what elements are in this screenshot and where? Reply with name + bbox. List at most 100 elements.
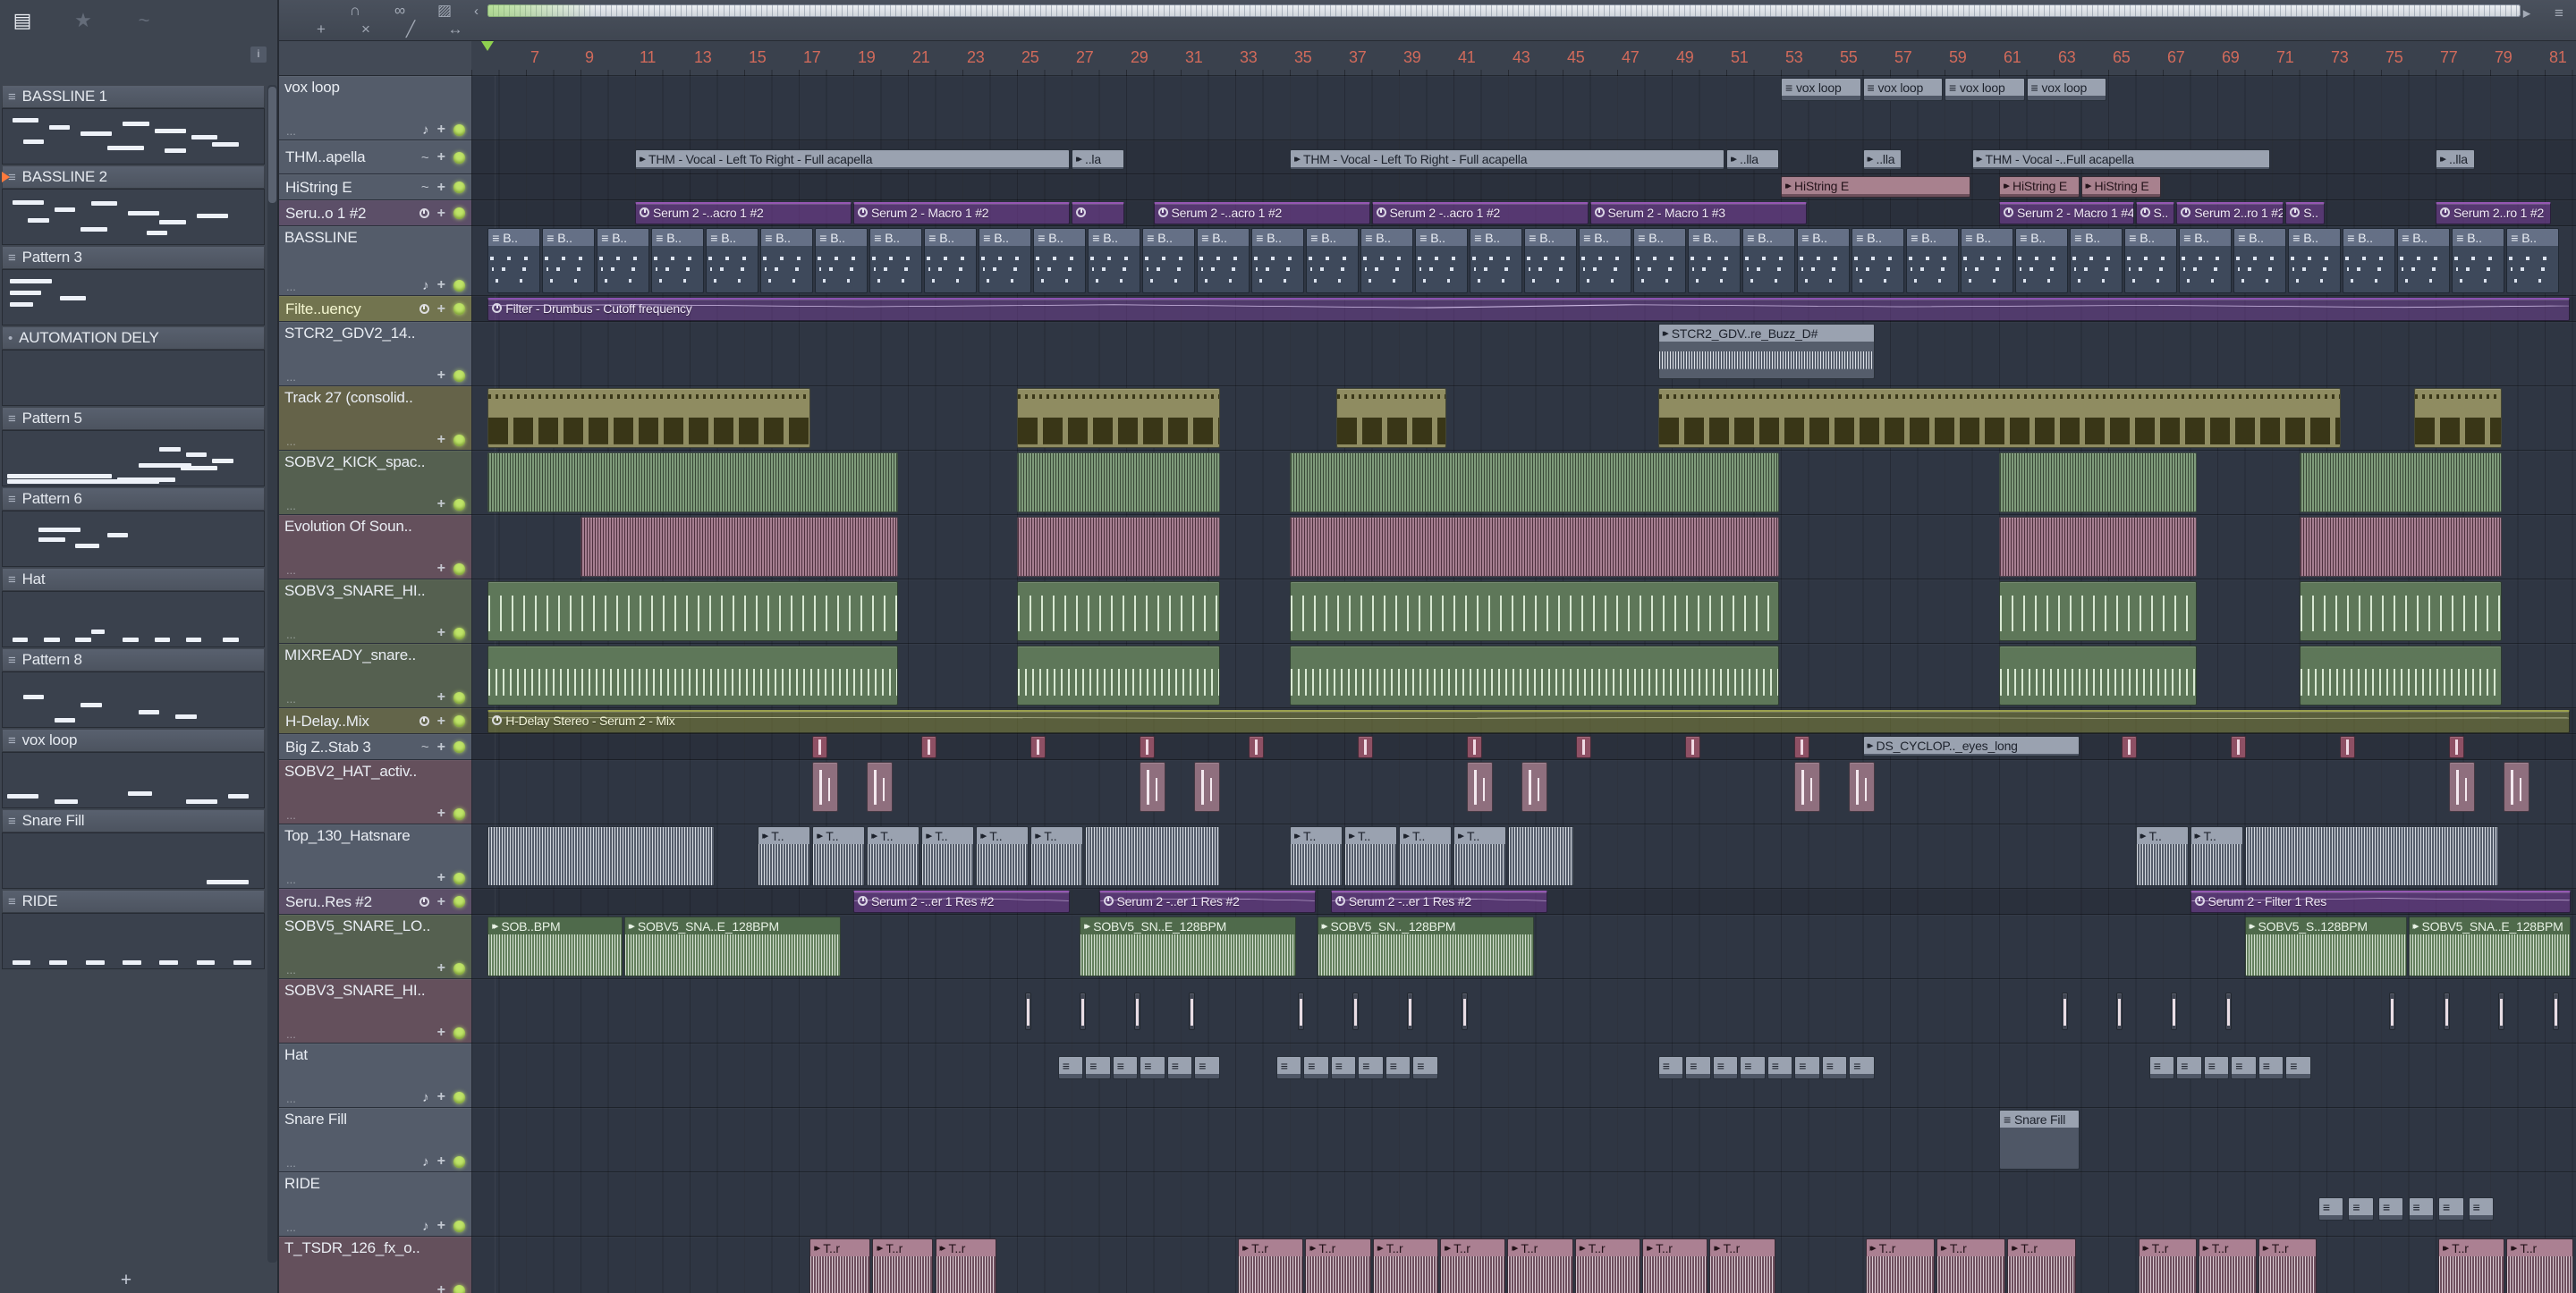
move-track-icon[interactable]: + — [437, 432, 445, 448]
star-icon[interactable]: ★ — [70, 9, 97, 32]
grid-row[interactable]: ≡ ≡ ≡ ≡ ≡ ≡ ≡ ≡ ≡ ≡ ≡ ≡ ≡ ≡ ≡ ≡ ≡ ≡ ≡ ≡ ≡ ≡ ≡ ≡ ≡ ≡ — [471, 1044, 2576, 1108]
clip[interactable] — [1017, 646, 1220, 706]
clip[interactable]: ≡ B.. — [1306, 228, 1360, 293]
track-header[interactable]: THM..apella ~ + — [279, 140, 471, 174]
clip[interactable] — [921, 736, 936, 758]
clip[interactable]: ▸▸ T.. — [2190, 826, 2243, 886]
clip[interactable]: ≡ — [2148, 1056, 2175, 1079]
clip[interactable]: ≡ B.. — [1088, 228, 1141, 293]
clip[interactable] — [2231, 736, 2246, 758]
clip[interactable]: ≡ vox loop — [1781, 78, 1861, 101]
clip[interactable]: ≡ B.. — [1360, 228, 1414, 293]
grid-row[interactable]: ▸▸ THM - Vocal - Left To Right - Full aca… — [471, 140, 2576, 174]
clip[interactable]: ▸▸ T..r — [2007, 1238, 2077, 1293]
info-button[interactable]: i — [250, 46, 267, 63]
clip[interactable]: ▸▸ T.. — [1344, 826, 1397, 886]
track-header[interactable]: Snare Fill... ♪ + — [279, 1108, 471, 1172]
clip[interactable] — [2062, 993, 2069, 1030]
add-pattern-button[interactable]: + — [113, 1270, 140, 1291]
clip[interactable]: ▸▸ T..r — [1372, 1238, 1439, 1293]
clip[interactable]: ≡ — [1140, 1056, 1165, 1079]
track-enable-led[interactable] — [453, 434, 465, 446]
clip[interactable]: Serum 2 - Filter 1 Res — [2190, 891, 2571, 913]
clip[interactable] — [487, 388, 811, 448]
clip[interactable]: S.. — [2285, 202, 2325, 224]
clip[interactable]: ▸▸ THM - Vocal -..Full acapella — [1971, 149, 2270, 170]
move-track-icon[interactable]: + — [437, 960, 445, 976]
clip[interactable]: Serum 2..ro 1 #2 — [2176, 202, 2284, 224]
clip[interactable]: ▸▸ T..r — [1574, 1238, 1641, 1293]
track-header[interactable]: BASSLINE... ♪ + — [279, 226, 471, 296]
clip[interactable] — [1521, 762, 1547, 812]
clip[interactable] — [1290, 452, 1779, 512]
clip[interactable] — [1017, 517, 1220, 577]
clip[interactable]: ▸▸ SOBV5_SNA..E_128BPM — [2408, 917, 2571, 976]
clip[interactable]: ≡ B.. — [1142, 228, 1196, 293]
clip[interactable]: Serum 2 -..er 1 Res #2 — [1330, 891, 1547, 913]
clip[interactable]: ▸▸ T..r — [2438, 1238, 2505, 1293]
clip[interactable] — [1134, 993, 1141, 1030]
clip[interactable]: Serum 2 - Macro 1 #3 — [1589, 202, 1807, 224]
clip[interactable] — [1249, 736, 1264, 758]
track-enable-led[interactable] — [453, 207, 465, 219]
clip[interactable]: ▸▸ T..r — [2138, 1238, 2197, 1293]
move-track-icon[interactable]: + — [437, 301, 445, 317]
clip[interactable] — [487, 646, 898, 706]
grid-row[interactable]: ▸▸ T.. ▸▸ T.. ▸▸ T.. ▸▸ T.. ▸▸ T.. ▸▸ T.. ▸▸ T.. ▸▸ T..… — [471, 824, 2576, 889]
move-track-icon[interactable]: + — [437, 1154, 445, 1170]
track-header[interactable]: SOBV2_HAT_activ..... + — [279, 760, 471, 824]
clip[interactable]: ▸▸ ..lla — [1726, 149, 1779, 170]
grid-row[interactable]: ≡ B.. ≡ B.. ≡ B.. ≡ B.. ≡ B.. ≡ B.. ≡ B.. ≡ B.. ≡ B.. ≡ B..… — [471, 226, 2576, 296]
move-track-icon[interactable]: + — [437, 1025, 445, 1041]
track-enable-led[interactable] — [453, 1220, 465, 1232]
grid-row[interactable]: ▸▸ HiString E ▸▸ HiString E ▸▸ HiString E — [471, 174, 2576, 200]
clip[interactable]: ▸▸ HiString E — [1999, 176, 2080, 198]
grid-row[interactable] — [471, 515, 2576, 579]
clip[interactable] — [487, 452, 898, 512]
clip[interactable]: ≡ B.. — [1797, 228, 1851, 293]
track-header[interactable]: H-Delay..Mix + — [279, 708, 471, 734]
pattern-item[interactable]: ≡ vox loop — [2, 729, 265, 808]
clip[interactable]: ▸▸ ..la — [1072, 149, 1124, 170]
grid-row[interactable] — [471, 451, 2576, 515]
move-track-icon[interactable]: + — [437, 561, 445, 577]
track-enable-led[interactable] — [453, 872, 465, 884]
clip[interactable]: ≡ B.. — [1742, 228, 1796, 293]
clip[interactable] — [1467, 762, 1493, 812]
clip[interactable]: ≡ B.. — [760, 228, 814, 293]
clip[interactable] — [487, 826, 716, 886]
grid-row[interactable]: ≡ vox loop ≡ vox loop ≡ vox loop ≡ vox loop — [471, 76, 2576, 140]
grid-row[interactable] — [471, 644, 2576, 708]
clip[interactable]: ≡ — [1821, 1056, 1848, 1079]
clip[interactable]: ▸▸ T..r — [1642, 1238, 1708, 1293]
clip[interactable]: ≡ B.. — [1524, 228, 1578, 293]
clip[interactable]: ≡ B.. — [2506, 228, 2560, 293]
clip[interactable]: ▸▸ T.. — [2135, 826, 2189, 886]
move-track-icon[interactable]: + — [437, 206, 445, 222]
clip[interactable] — [2299, 452, 2503, 512]
clip[interactable]: Serum 2 -..acro 1 #2 — [1153, 202, 1370, 224]
clip[interactable]: ≡ — [1412, 1056, 1438, 1079]
clip[interactable]: ≡ — [1112, 1056, 1139, 1079]
clip[interactable] — [2122, 736, 2137, 758]
clip[interactable]: Serum 2..ro 1 #2 — [2436, 202, 2552, 224]
clip[interactable]: ≡ B.. — [1197, 228, 1250, 293]
clip[interactable]: ≡ — [1767, 1056, 1793, 1079]
clip[interactable]: ≡ — [1685, 1056, 1711, 1079]
track-header[interactable]: SOBV3_SNARE_HI..... + — [279, 979, 471, 1044]
grid-row[interactable] — [471, 579, 2576, 644]
clip[interactable]: ▸▸ T.. — [1030, 826, 1084, 886]
clip[interactable] — [1849, 762, 1875, 812]
clip[interactable]: ≡ B.. — [1688, 228, 1741, 293]
clip[interactable]: ≡ B.. — [1415, 228, 1469, 293]
clip[interactable]: ▸▸ SOBV5_SN.._128BPM — [1317, 917, 1534, 976]
clip[interactable]: ≡ B.. — [2233, 228, 2287, 293]
clip[interactable]: ≡ B.. — [2343, 228, 2396, 293]
grid-row[interactable]: ≡ ≡ ≡ ≡ ≡ ≡ — [471, 1172, 2576, 1237]
menu-icon[interactable]: ≡ — [2549, 4, 2569, 22]
pattern-item[interactable]: ≡ Hat — [2, 568, 265, 647]
track-enable-led[interactable] — [453, 151, 465, 164]
clip[interactable]: ▸▸ THM - Vocal - Left To Right - Full aca… — [1290, 149, 1724, 170]
move-track-icon[interactable]: + — [437, 496, 445, 512]
track-enable-led[interactable] — [453, 1155, 465, 1168]
